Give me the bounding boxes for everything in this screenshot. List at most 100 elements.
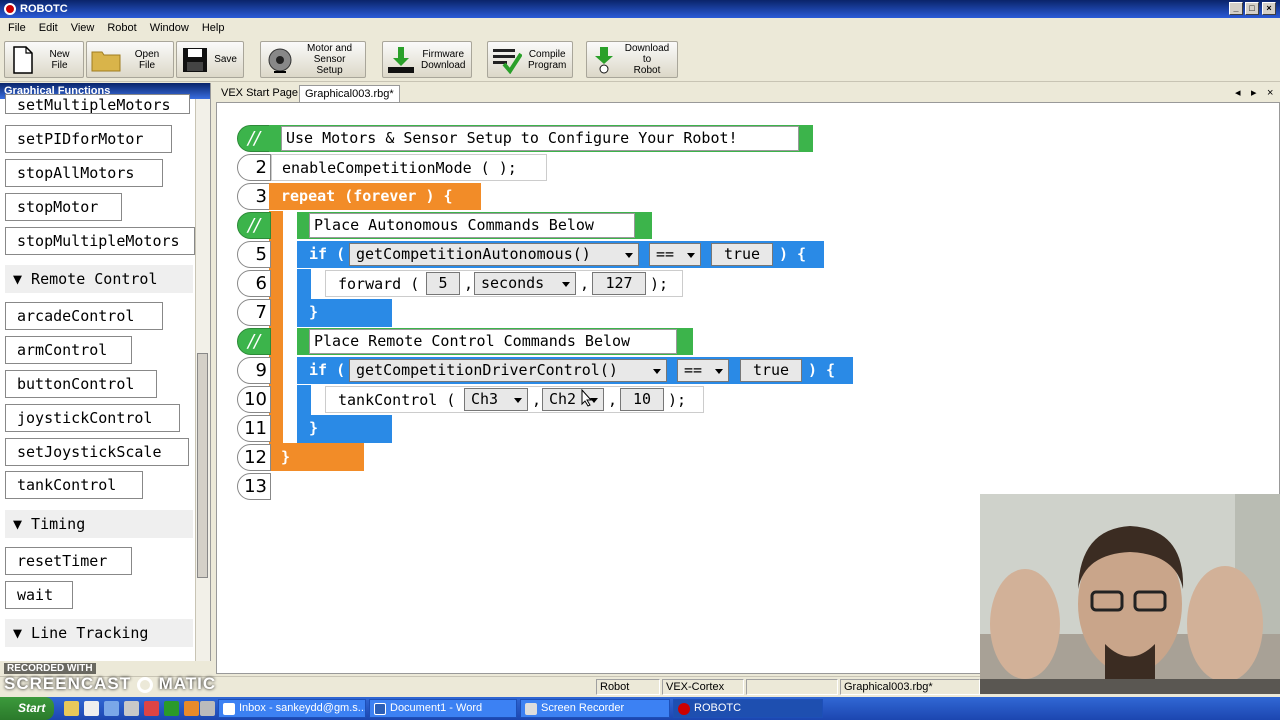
quicklaunch-icon-3[interactable] (104, 701, 119, 716)
comment-block-8[interactable]: Place Remote Control Commands Below (297, 328, 693, 355)
if-close-brace-2: } (309, 419, 319, 437)
comment-text-4[interactable]: Place Autonomous Commands Below (309, 213, 635, 238)
menu-window[interactable]: Window (150, 22, 189, 34)
line-number-10: 10 (237, 386, 271, 413)
line-number-comment-4: // (237, 212, 271, 239)
mouse-cursor-icon (581, 389, 593, 407)
comment-block-1[interactable]: Use Motors & Sensor Setup to Configure Y… (269, 125, 813, 152)
quicklaunch-icon-6[interactable] (164, 701, 179, 716)
func-setPIDforMotor[interactable]: setPIDforMotor (5, 125, 172, 153)
true-value-2[interactable]: true (740, 359, 802, 382)
editor-tab-bar: VEX Start Page Graphical003.rbg* ◂ ▸ × (212, 83, 1280, 102)
func-armControl[interactable]: armControl (5, 336, 132, 364)
comment-text-1[interactable]: Use Motors & Sensor Setup to Configure Y… (281, 126, 799, 151)
func-stopMotor[interactable]: stopMotor (5, 193, 122, 221)
open-file-button[interactable]: Open File (86, 41, 174, 78)
repeat-forever-statement[interactable]: repeat (forever ) { (269, 183, 481, 210)
tab-graphical-file[interactable]: Graphical003.rbg* (299, 85, 400, 102)
menu-view[interactable]: View (71, 22, 95, 34)
close-button[interactable]: × (1262, 2, 1276, 15)
category-timing[interactable]: ▼ Timing (5, 510, 193, 538)
menu-robot[interactable]: Robot (107, 22, 136, 34)
line-number-5: 5 (237, 241, 271, 268)
func-joystickControl[interactable]: joystickControl (5, 404, 180, 432)
func-buttonControl[interactable]: buttonControl (5, 370, 157, 398)
firmware-download-button[interactable]: Firmware Download (382, 41, 472, 78)
forward-statement[interactable]: forward ( 5 , seconds , 127 ); (325, 270, 683, 297)
motor-sensor-setup-button[interactable]: Motor and Sensor Setup (260, 41, 366, 78)
operator-dropdown-1[interactable]: == (649, 243, 701, 266)
menu-file[interactable]: File (8, 22, 26, 34)
func-stopMultipleMotors[interactable]: stopMultipleMotors (5, 227, 195, 255)
if-keyword: if ( (309, 361, 346, 379)
status-file: Graphical003.rbg* (840, 679, 980, 695)
save-button[interactable]: Save (176, 41, 244, 78)
panel-scroll-thumb[interactable] (197, 353, 208, 578)
tab-scroll-left-icon[interactable]: ◂ (1230, 85, 1246, 102)
minimize-button[interactable]: _ (1229, 2, 1243, 15)
func-stopAllMotors[interactable]: stopAllMotors (5, 159, 163, 187)
driver-control-function-dropdown[interactable]: getCompetitionDriverControl() (349, 359, 667, 382)
tab-close-icon[interactable]: × (1262, 85, 1278, 102)
comment-text-8[interactable]: Place Remote Control Commands Below (309, 329, 677, 354)
menu-help[interactable]: Help (202, 22, 225, 34)
if-driver-control-statement[interactable]: if ( getCompetitionDriverControl() == tr… (297, 357, 853, 384)
status-platform: VEX-Cortex (662, 679, 744, 695)
quicklaunch-icon-4[interactable] (124, 701, 139, 716)
download-robot-icon (591, 45, 617, 75)
left-channel-dropdown[interactable]: Ch3 (464, 388, 528, 411)
forward-speed-input[interactable]: 127 (592, 272, 646, 295)
if-autonomous-statement[interactable]: if ( getCompetitionAutonomous() == true … (297, 241, 824, 268)
enable-competition-statement[interactable]: enableCompetitionMode ( ); (271, 154, 547, 181)
category-remote-control[interactable]: ▼ Remote Control (5, 265, 193, 293)
taskbar-item-screen-recorder[interactable]: Screen Recorder (520, 699, 670, 718)
line-number-3: 3 (237, 183, 271, 210)
webcam-presenter-image (980, 494, 1280, 694)
screencast-watermark: RECORDED WITH SCREENCAST MATIC (4, 663, 217, 693)
motor-setup-icon (265, 45, 294, 75)
category-line-tracking[interactable]: ▼ Line Tracking (5, 619, 193, 647)
quicklaunch-icon-7[interactable] (184, 701, 199, 716)
start-button[interactable]: Start (0, 697, 54, 720)
operator-dropdown-2[interactable]: == (677, 359, 729, 382)
true-value-1[interactable]: true (711, 243, 773, 266)
download-to-robot-button[interactable]: Download to Robot (586, 41, 678, 78)
robotc-icon (678, 703, 690, 715)
func-tankControl[interactable]: tankControl (5, 471, 143, 499)
menu-edit[interactable]: Edit (39, 22, 58, 34)
taskbar-item-word[interactable]: Document1 - Word (369, 699, 517, 718)
compile-program-button[interactable]: Compile Program (487, 41, 573, 78)
screencast-logo-icon (136, 676, 153, 693)
compile-checkmark-icon (492, 45, 522, 75)
chevron-down-icon (514, 398, 522, 403)
if-close-brace-1: } (309, 303, 319, 321)
taskbar-item-inbox[interactable]: Inbox - sankeydd@gm.s... (218, 699, 366, 718)
func-wait[interactable]: wait (5, 581, 73, 609)
tab-vex-start-page[interactable]: VEX Start Page (216, 85, 303, 102)
taskbar-item-robotc[interactable]: ROBOTC (673, 699, 823, 718)
func-resetTimer[interactable]: resetTimer (5, 547, 132, 575)
new-file-button[interactable]: New File (4, 41, 84, 78)
forward-unit-dropdown[interactable]: seconds (474, 272, 576, 295)
tab-scroll-right-icon[interactable]: ▸ (1246, 85, 1262, 102)
right-channel-dropdown[interactable]: Ch2 (542, 388, 604, 411)
line-number-7: 7 (237, 299, 271, 326)
autonomous-function-dropdown[interactable]: getCompetitionAutonomous() (349, 243, 639, 266)
forward-duration-input[interactable]: 5 (426, 272, 460, 295)
quicklaunch-icon-5[interactable] (144, 701, 159, 716)
quicklaunch-icon-1[interactable] (64, 701, 79, 716)
quicklaunch-icon-8[interactable] (200, 701, 215, 716)
line-number-12: 12 (237, 444, 271, 471)
tank-control-statement[interactable]: tankControl ( Ch3 , Ch2 , 10 ); (325, 386, 704, 413)
maximize-button[interactable]: □ (1245, 2, 1259, 15)
func-setJoystickScale[interactable]: setJoystickScale (5, 438, 189, 466)
tank-threshold-input[interactable]: 10 (620, 388, 664, 411)
line-number-comment-1: // (237, 125, 271, 152)
title-bar: ROBOTC _ □ × (0, 0, 1280, 18)
comment-block-4[interactable]: Place Autonomous Commands Below (297, 212, 652, 239)
repeat-block-body (269, 211, 283, 471)
func-arcadeControl[interactable]: arcadeControl (5, 302, 163, 330)
folder-icon (91, 45, 121, 75)
quicklaunch-icon-2[interactable] (84, 701, 99, 716)
func-setMultipleMotors[interactable]: setMultipleMotors (5, 94, 190, 114)
